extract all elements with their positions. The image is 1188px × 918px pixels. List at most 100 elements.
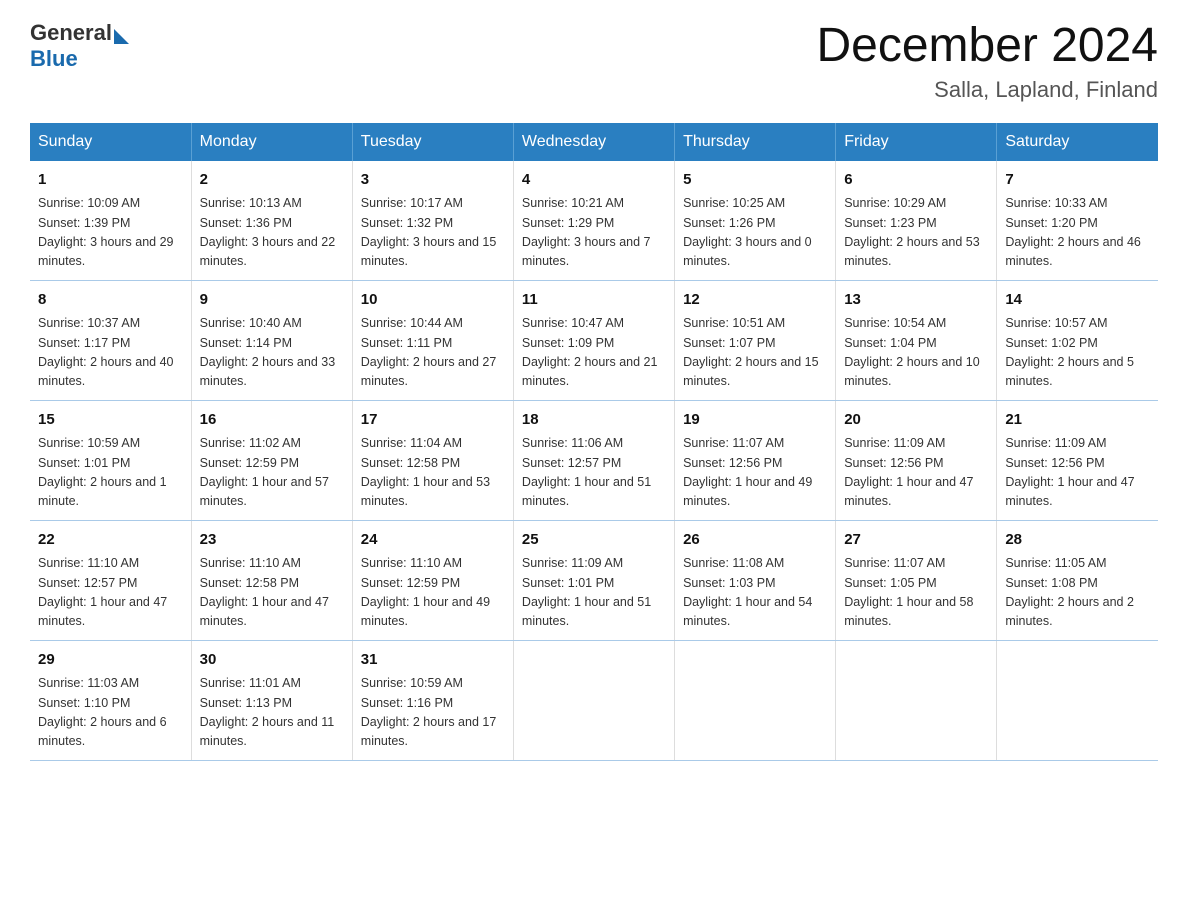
table-row: 5Sunrise: 10:25 AMSunset: 1:26 PMDayligh… (675, 161, 836, 281)
day-number: 23 (200, 529, 344, 552)
location-text: Salla, Lapland, Finland (816, 77, 1158, 103)
day-info: Sunrise: 11:09 AMSunset: 1:01 PMDaylight… (522, 554, 666, 632)
table-row: 12Sunrise: 10:51 AMSunset: 1:07 PMDaylig… (675, 280, 836, 400)
day-info: Sunrise: 11:10 AMSunset: 12:57 PMDayligh… (38, 554, 183, 632)
day-info: Sunrise: 11:03 AMSunset: 1:10 PMDaylight… (38, 674, 183, 752)
day-number: 16 (200, 409, 344, 432)
day-info: Sunrise: 11:01 AMSunset: 1:13 PMDaylight… (200, 674, 344, 752)
day-info: Sunrise: 11:02 AMSunset: 12:59 PMDayligh… (200, 434, 344, 512)
day-number: 17 (361, 409, 505, 432)
month-title: December 2024 (816, 20, 1158, 73)
week-row-1: 1Sunrise: 10:09 AMSunset: 1:39 PMDayligh… (30, 161, 1158, 281)
day-number: 1 (38, 169, 183, 192)
table-row: 19Sunrise: 11:07 AMSunset: 12:56 PMDayli… (675, 400, 836, 520)
day-number: 24 (361, 529, 505, 552)
day-info: Sunrise: 10:13 AMSunset: 1:36 PMDaylight… (200, 194, 344, 272)
table-row: 18Sunrise: 11:06 AMSunset: 12:57 PMDayli… (513, 400, 674, 520)
day-number: 5 (683, 169, 827, 192)
page-header: General Blue December 2024 Salla, Laplan… (30, 20, 1158, 103)
day-number: 2 (200, 169, 344, 192)
table-row: 9Sunrise: 10:40 AMSunset: 1:14 PMDayligh… (191, 280, 352, 400)
day-info: Sunrise: 10:51 AMSunset: 1:07 PMDaylight… (683, 314, 827, 392)
week-row-4: 22Sunrise: 11:10 AMSunset: 12:57 PMDayli… (30, 520, 1158, 640)
day-number: 29 (38, 649, 183, 672)
calendar-header-row: SundayMondayTuesdayWednesdayThursdayFrid… (30, 123, 1158, 161)
day-info: Sunrise: 10:57 AMSunset: 1:02 PMDaylight… (1005, 314, 1150, 392)
table-row: 13Sunrise: 10:54 AMSunset: 1:04 PMDaylig… (836, 280, 997, 400)
table-row: 2Sunrise: 10:13 AMSunset: 1:36 PMDayligh… (191, 161, 352, 281)
day-info: Sunrise: 11:10 AMSunset: 12:59 PMDayligh… (361, 554, 505, 632)
table-row: 16Sunrise: 11:02 AMSunset: 12:59 PMDayli… (191, 400, 352, 520)
table-row: 26Sunrise: 11:08 AMSunset: 1:03 PMDaylig… (675, 520, 836, 640)
day-info: Sunrise: 10:59 AMSunset: 1:01 PMDaylight… (38, 434, 183, 512)
day-info: Sunrise: 10:59 AMSunset: 1:16 PMDaylight… (361, 674, 505, 752)
logo-arrow-icon (114, 29, 129, 44)
day-info: Sunrise: 10:17 AMSunset: 1:32 PMDaylight… (361, 194, 505, 272)
table-row (513, 640, 674, 760)
day-info: Sunrise: 10:54 AMSunset: 1:04 PMDaylight… (844, 314, 988, 392)
day-number: 28 (1005, 529, 1150, 552)
day-number: 14 (1005, 289, 1150, 312)
day-number: 15 (38, 409, 183, 432)
day-info: Sunrise: 10:29 AMSunset: 1:23 PMDaylight… (844, 194, 988, 272)
table-row: 22Sunrise: 11:10 AMSunset: 12:57 PMDayli… (30, 520, 191, 640)
table-row: 1Sunrise: 10:09 AMSunset: 1:39 PMDayligh… (30, 161, 191, 281)
day-number: 8 (38, 289, 183, 312)
day-info: Sunrise: 11:07 AMSunset: 1:05 PMDaylight… (844, 554, 988, 632)
day-info: Sunrise: 10:33 AMSunset: 1:20 PMDaylight… (1005, 194, 1150, 272)
table-row: 23Sunrise: 11:10 AMSunset: 12:58 PMDayli… (191, 520, 352, 640)
day-number: 7 (1005, 169, 1150, 192)
table-row: 7Sunrise: 10:33 AMSunset: 1:20 PMDayligh… (997, 161, 1158, 281)
table-row: 21Sunrise: 11:09 AMSunset: 12:56 PMDayli… (997, 400, 1158, 520)
table-row: 17Sunrise: 11:04 AMSunset: 12:58 PMDayli… (352, 400, 513, 520)
day-info: Sunrise: 10:25 AMSunset: 1:26 PMDaylight… (683, 194, 827, 272)
day-number: 6 (844, 169, 988, 192)
header-saturday: Saturday (997, 123, 1158, 161)
table-row: 6Sunrise: 10:29 AMSunset: 1:23 PMDayligh… (836, 161, 997, 281)
table-row: 28Sunrise: 11:05 AMSunset: 1:08 PMDaylig… (997, 520, 1158, 640)
table-row: 25Sunrise: 11:09 AMSunset: 1:01 PMDaylig… (513, 520, 674, 640)
day-number: 21 (1005, 409, 1150, 432)
day-number: 31 (361, 649, 505, 672)
day-number: 10 (361, 289, 505, 312)
table-row: 24Sunrise: 11:10 AMSunset: 12:59 PMDayli… (352, 520, 513, 640)
table-row (997, 640, 1158, 760)
calendar-table: SundayMondayTuesdayWednesdayThursdayFrid… (30, 123, 1158, 761)
table-row: 10Sunrise: 10:44 AMSunset: 1:11 PMDaylig… (352, 280, 513, 400)
header-sunday: Sunday (30, 123, 191, 161)
day-info: Sunrise: 10:09 AMSunset: 1:39 PMDaylight… (38, 194, 183, 272)
table-row: 27Sunrise: 11:07 AMSunset: 1:05 PMDaylig… (836, 520, 997, 640)
table-row (675, 640, 836, 760)
table-row: 8Sunrise: 10:37 AMSunset: 1:17 PMDayligh… (30, 280, 191, 400)
day-number: 4 (522, 169, 666, 192)
header-tuesday: Tuesday (352, 123, 513, 161)
logo-general-text: General (30, 20, 112, 46)
day-number: 25 (522, 529, 666, 552)
day-info: Sunrise: 10:37 AMSunset: 1:17 PMDaylight… (38, 314, 183, 392)
day-info: Sunrise: 11:05 AMSunset: 1:08 PMDaylight… (1005, 554, 1150, 632)
day-number: 30 (200, 649, 344, 672)
day-info: Sunrise: 11:07 AMSunset: 12:56 PMDayligh… (683, 434, 827, 512)
header-thursday: Thursday (675, 123, 836, 161)
day-number: 13 (844, 289, 988, 312)
day-number: 22 (38, 529, 183, 552)
table-row: 11Sunrise: 10:47 AMSunset: 1:09 PMDaylig… (513, 280, 674, 400)
day-info: Sunrise: 11:04 AMSunset: 12:58 PMDayligh… (361, 434, 505, 512)
day-info: Sunrise: 11:10 AMSunset: 12:58 PMDayligh… (200, 554, 344, 632)
day-number: 18 (522, 409, 666, 432)
day-number: 27 (844, 529, 988, 552)
day-number: 19 (683, 409, 827, 432)
day-info: Sunrise: 11:09 AMSunset: 12:56 PMDayligh… (1005, 434, 1150, 512)
day-info: Sunrise: 11:06 AMSunset: 12:57 PMDayligh… (522, 434, 666, 512)
table-row: 30Sunrise: 11:01 AMSunset: 1:13 PMDaylig… (191, 640, 352, 760)
day-number: 9 (200, 289, 344, 312)
table-row: 15Sunrise: 10:59 AMSunset: 1:01 PMDaylig… (30, 400, 191, 520)
day-number: 11 (522, 289, 666, 312)
table-row: 4Sunrise: 10:21 AMSunset: 1:29 PMDayligh… (513, 161, 674, 281)
day-info: Sunrise: 10:40 AMSunset: 1:14 PMDaylight… (200, 314, 344, 392)
day-number: 3 (361, 169, 505, 192)
table-row: 3Sunrise: 10:17 AMSunset: 1:32 PMDayligh… (352, 161, 513, 281)
logo: General Blue (30, 20, 129, 72)
title-section: December 2024 Salla, Lapland, Finland (816, 20, 1158, 103)
table-row (836, 640, 997, 760)
